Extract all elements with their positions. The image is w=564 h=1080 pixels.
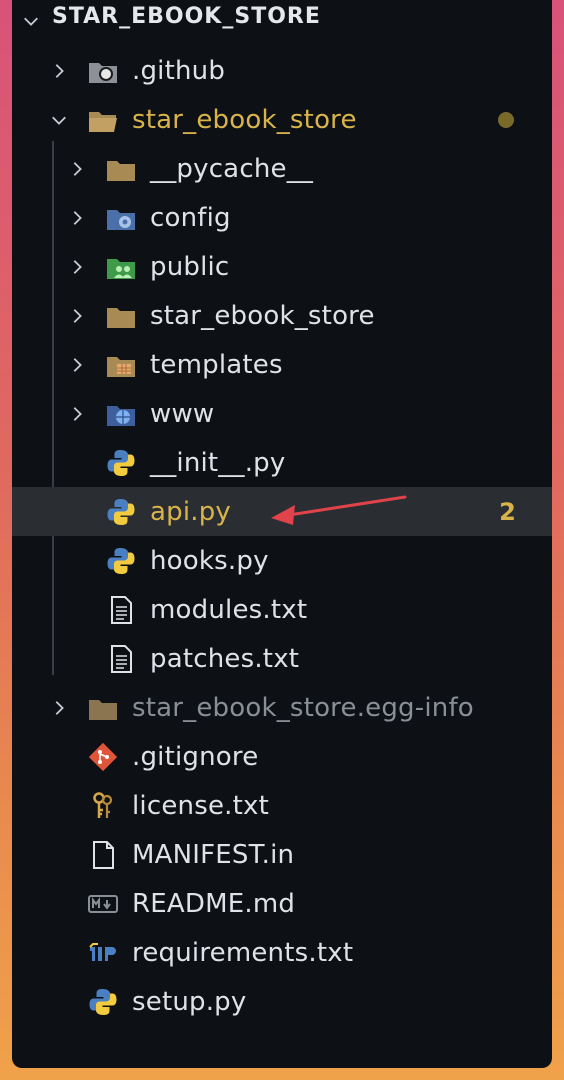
tree-item-label: public <box>150 251 230 282</box>
modified-dot <box>498 111 514 128</box>
tree-item-license[interactable]: license.txt <box>12 781 552 830</box>
tree-item-label: www <box>150 398 215 429</box>
tree-item-label: __pycache__ <box>150 153 314 184</box>
tree-item-label: modules.txt <box>150 594 308 625</box>
tree-item-setup[interactable]: setup.py <box>12 977 552 1026</box>
python-icon <box>104 544 138 578</box>
tree-item-label: setup.py <box>132 986 247 1017</box>
chevron-right-icon <box>66 256 88 278</box>
tree-item-patches[interactable]: patches.txt <box>12 634 552 683</box>
tree-item-label: MANIFEST.in <box>132 839 295 870</box>
tree-item-pkg[interactable]: star_ebook_store <box>12 95 552 144</box>
chevron-right-icon <box>48 60 70 82</box>
git-icon <box>86 740 120 774</box>
github-folder-icon <box>86 54 120 88</box>
tree-item-label: .github <box>132 55 226 86</box>
tree-item-init[interactable]: __init__.py <box>12 438 552 487</box>
tree-item-config[interactable]: config <box>12 193 552 242</box>
www-folder-icon <box>104 397 138 431</box>
markdown-icon <box>86 887 120 921</box>
chevron-right-icon <box>66 158 88 180</box>
tree-item-readme[interactable]: README.md <box>12 879 552 928</box>
tree-item-public[interactable]: public <box>12 242 552 291</box>
folder-icon <box>104 299 138 333</box>
templates-folder-icon <box>104 348 138 382</box>
folder-open-icon <box>86 103 120 137</box>
tree-item-api[interactable]: api.py 2 <box>12 487 552 536</box>
tree-item-label: license.txt <box>132 790 269 821</box>
tree-item-label: .gitignore <box>132 741 259 772</box>
tree-item-egg-info[interactable]: star_ebook_store.egg-info <box>12 683 552 732</box>
folder-icon <box>104 152 138 186</box>
tree-item-www[interactable]: www <box>12 389 552 438</box>
tree-item-label: README.md <box>132 888 296 919</box>
chevron-right-icon <box>66 403 88 425</box>
text-file-icon <box>104 642 138 676</box>
tree-item-modules[interactable]: modules.txt <box>12 585 552 634</box>
chevron-right-icon <box>66 207 88 229</box>
folder-icon <box>86 691 120 725</box>
chevron-right-icon <box>66 354 88 376</box>
text-file-icon <box>104 593 138 627</box>
tree-item-hooks[interactable]: hooks.py <box>12 536 552 585</box>
problem-count-badge: 2 <box>499 497 516 526</box>
explorer-root-title[interactable]: STAR_EBOOK_STORE <box>52 4 321 29</box>
python-icon <box>86 985 120 1019</box>
public-folder-icon <box>104 250 138 284</box>
tree-item-label: hooks.py <box>150 545 269 576</box>
tree-item-label: star_ebook_store <box>150 300 375 331</box>
python-icon <box>104 495 138 529</box>
chevron-down-icon[interactable] <box>20 10 42 32</box>
key-icon <box>86 789 120 823</box>
tree-item-github[interactable]: .github <box>12 46 552 95</box>
file-icon <box>86 838 120 872</box>
arrow-annotation <box>267 491 407 531</box>
tree-item-inner-pkg[interactable]: star_ebook_store <box>12 291 552 340</box>
tree-item-gitignore[interactable]: .gitignore <box>12 732 552 781</box>
tree-item-label: star_ebook_store <box>132 104 357 135</box>
tree-item-manifest[interactable]: MANIFEST.in <box>12 830 552 879</box>
chevron-right-icon <box>66 305 88 327</box>
python-icon <box>104 446 138 480</box>
file-explorer-panel: STAR_EBOOK_STORE .github star_ebook_stor… <box>12 0 552 1068</box>
tree-item-label: requirements.txt <box>132 937 354 968</box>
pip-icon <box>86 936 120 970</box>
tree-item-requirements[interactable]: requirements.txt <box>12 928 552 977</box>
tree-item-label: patches.txt <box>150 643 300 674</box>
tree-item-label: config <box>150 202 231 233</box>
tree-item-label: __init__.py <box>150 447 286 478</box>
chevron-right-icon <box>48 697 70 719</box>
tree-item-pycache[interactable]: __pycache__ <box>12 144 552 193</box>
tree-item-label: star_ebook_store.egg-info <box>132 692 474 723</box>
tree-item-templates[interactable]: templates <box>12 340 552 389</box>
config-folder-icon <box>104 201 138 235</box>
tree-item-label: api.py <box>150 496 232 527</box>
tree-item-label: templates <box>150 349 283 380</box>
chevron-down-icon <box>48 109 70 131</box>
